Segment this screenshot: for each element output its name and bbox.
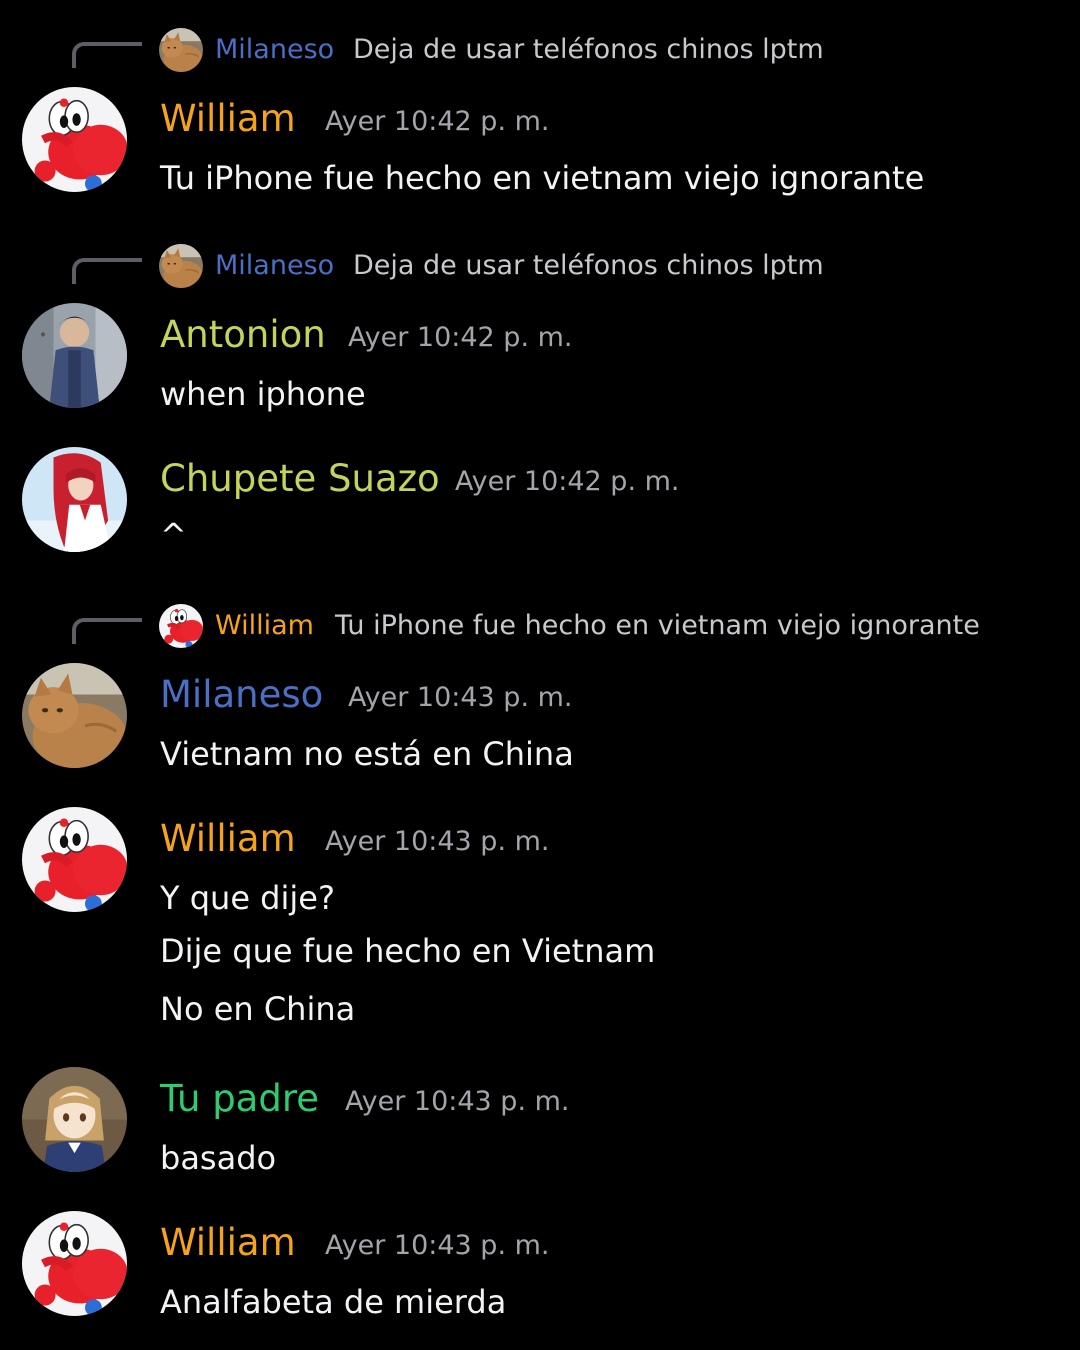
- red-yoshi-avatar-icon[interactable]: [159, 604, 203, 648]
- message-text: Y que dije?: [160, 879, 335, 917]
- reply-author[interactable]: Milaneso: [215, 30, 334, 70]
- message-timestamp: Ayer 10:43 p. m.: [348, 682, 573, 713]
- message-author[interactable]: Milaneso: [160, 670, 323, 720]
- message-author[interactable]: William: [160, 814, 296, 864]
- anime-man-avatar-icon[interactable]: [22, 303, 127, 408]
- cat-avatar-icon[interactable]: [159, 244, 203, 288]
- message-text: Vietnam no está en China: [160, 735, 574, 773]
- red-hair-anime-avatar-icon[interactable]: [22, 447, 127, 552]
- message-timestamp: Ayer 10:43 p. m.: [345, 1086, 570, 1117]
- anime-girl-avatar-icon[interactable]: [22, 1067, 127, 1172]
- reply-preview-text[interactable]: Deja de usar teléfonos chinos lptm: [353, 30, 824, 70]
- reply-author[interactable]: Milaneso: [215, 246, 334, 286]
- red-yoshi-avatar-icon[interactable]: [22, 87, 127, 192]
- message-text: when iphone: [160, 375, 366, 413]
- message-text: No en China: [160, 990, 356, 1028]
- reply-preview-text[interactable]: Tu iPhone fue hecho en vietnam viejo ign…: [335, 606, 980, 646]
- reply-connector: [72, 618, 142, 644]
- message-author[interactable]: William: [160, 1218, 296, 1268]
- message-timestamp: Ayer 10:42 p. m.: [455, 466, 680, 497]
- message-timestamp: Ayer 10:43 p. m.: [325, 1230, 550, 1261]
- reply-connector: [72, 258, 142, 284]
- message-text: ^: [160, 516, 187, 554]
- message-text: basado: [160, 1139, 277, 1177]
- message-timestamp: Ayer 10:43 p. m.: [325, 826, 550, 857]
- reply-author[interactable]: William: [215, 606, 314, 646]
- message-text: Dije que fue hecho en Vietnam: [160, 932, 656, 970]
- red-yoshi-avatar-icon[interactable]: [22, 1211, 127, 1316]
- message-timestamp: Ayer 10:42 p. m.: [325, 106, 550, 137]
- message-author[interactable]: Antonion: [160, 310, 326, 360]
- reply-connector: [72, 42, 142, 68]
- message-text: Tu iPhone fue hecho en vietnam viejo ign…: [160, 159, 925, 197]
- message-author[interactable]: Tu padre: [160, 1074, 319, 1124]
- message-author[interactable]: William: [160, 94, 296, 144]
- message-author[interactable]: Chupete Suazo: [160, 454, 440, 504]
- reply-preview-text[interactable]: Deja de usar teléfonos chinos lptm: [353, 246, 824, 286]
- cat-avatar-icon[interactable]: [159, 28, 203, 72]
- message-text: Analfabeta de mierda: [160, 1283, 507, 1321]
- cat-avatar-icon[interactable]: [22, 663, 127, 768]
- message-timestamp: Ayer 10:42 p. m.: [348, 322, 573, 353]
- red-yoshi-avatar-icon[interactable]: [22, 807, 127, 912]
